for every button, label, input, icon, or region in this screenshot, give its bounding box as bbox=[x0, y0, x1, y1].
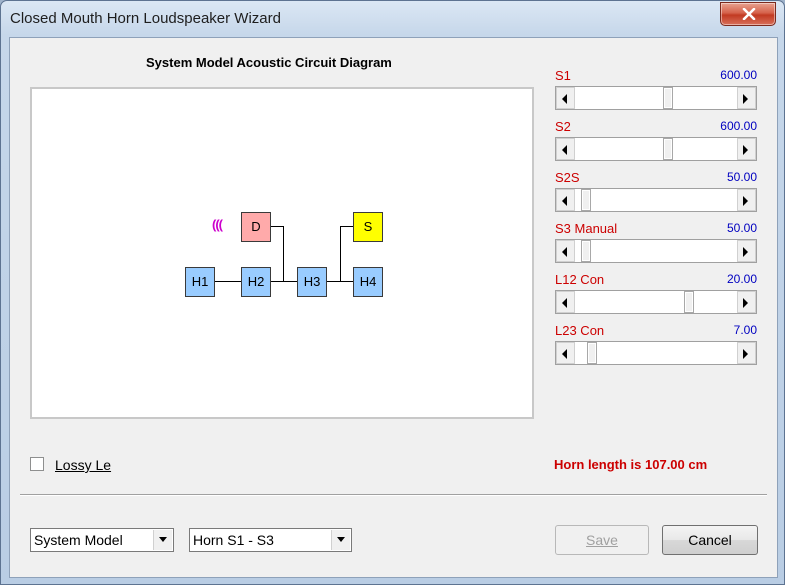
save-button[interactable]: Save bbox=[555, 525, 649, 555]
param-slider[interactable] bbox=[555, 290, 757, 314]
arrow-left-icon bbox=[562, 145, 567, 155]
param-value: 7.00 bbox=[733, 323, 757, 337]
separator bbox=[20, 494, 767, 496]
slider-thumb[interactable] bbox=[663, 87, 673, 109]
scroll-right-button[interactable] bbox=[737, 87, 756, 109]
scroll-right-button[interactable] bbox=[737, 342, 756, 364]
wire-s-down bbox=[340, 226, 341, 282]
node-h4[interactable]: H4 bbox=[353, 267, 383, 297]
circuit-diagram-canvas: ((( D S H1 H2 H3 H4 bbox=[30, 87, 534, 419]
param-label: L12 Con bbox=[555, 272, 605, 287]
lossy-le-checkbox[interactable] bbox=[30, 457, 44, 471]
arrow-left-icon bbox=[562, 247, 567, 257]
scroll-left-button[interactable] bbox=[556, 87, 575, 109]
wire-bottom bbox=[200, 281, 355, 282]
horn-select-dropdown[interactable] bbox=[331, 530, 350, 550]
window-title: Closed Mouth Horn Loudspeaker Wizard bbox=[10, 10, 281, 27]
slider-thumb[interactable] bbox=[587, 342, 597, 364]
close-button[interactable] bbox=[720, 2, 776, 26]
param-slider[interactable] bbox=[555, 188, 757, 212]
slider-thumb[interactable] bbox=[663, 138, 673, 160]
slider-thumb[interactable] bbox=[581, 240, 591, 262]
arrow-right-icon bbox=[743, 349, 748, 359]
title-bar[interactable]: Closed Mouth Horn Loudspeaker Wizard bbox=[1, 1, 784, 37]
arrow-right-icon bbox=[743, 247, 748, 257]
node-h2[interactable]: H2 bbox=[241, 267, 271, 297]
node-h1[interactable]: H1 bbox=[185, 267, 215, 297]
chevron-down-icon bbox=[159, 537, 167, 542]
wire-d-right bbox=[270, 226, 283, 227]
param-slider[interactable] bbox=[555, 86, 757, 110]
wizard-window: Closed Mouth Horn Loudspeaker Wizard Sys… bbox=[0, 0, 785, 585]
param-value: 50.00 bbox=[726, 170, 757, 184]
diagram-title: System Model Acoustic Circuit Diagram bbox=[146, 55, 392, 70]
arrow-left-icon bbox=[562, 94, 567, 104]
scroll-left-button[interactable] bbox=[556, 240, 575, 262]
arrow-right-icon bbox=[743, 298, 748, 308]
horn-select-value: Horn S1 - S3 bbox=[193, 532, 274, 548]
dialog-client-area: System Model Acoustic Circuit Diagram ((… bbox=[9, 37, 778, 578]
param-label: S3 Manual bbox=[555, 221, 618, 236]
save-button-label: Save bbox=[586, 532, 618, 548]
scroll-right-button[interactable] bbox=[737, 189, 756, 211]
wire-s-left bbox=[340, 226, 353, 227]
node-h3[interactable]: H3 bbox=[297, 267, 327, 297]
slider-thumb[interactable] bbox=[684, 291, 694, 313]
model-select-value: System Model bbox=[34, 532, 123, 548]
arrow-left-icon bbox=[562, 349, 567, 359]
arrow-right-icon bbox=[743, 196, 748, 206]
scroll-left-button[interactable] bbox=[556, 189, 575, 211]
cancel-button[interactable]: Cancel bbox=[662, 525, 758, 555]
close-icon bbox=[742, 8, 756, 20]
param-slider[interactable] bbox=[555, 239, 757, 263]
scroll-left-button[interactable] bbox=[556, 342, 575, 364]
param-value: 20.00 bbox=[726, 272, 757, 286]
model-select-dropdown[interactable] bbox=[153, 530, 172, 550]
param-value: 50.00 bbox=[726, 221, 757, 235]
node-d[interactable]: D bbox=[241, 212, 271, 242]
arrow-right-icon bbox=[743, 145, 748, 155]
param-label: S1 bbox=[555, 68, 571, 83]
node-s[interactable]: S bbox=[353, 212, 383, 242]
sound-wave-icon: ((( bbox=[212, 217, 223, 232]
scroll-right-button[interactable] bbox=[737, 138, 756, 160]
param-value: 600.00 bbox=[720, 68, 757, 82]
model-select[interactable]: System Model bbox=[30, 528, 174, 552]
param-slider[interactable] bbox=[555, 137, 757, 161]
horn-length-status: Horn length is 107.00 cm bbox=[554, 457, 708, 472]
param-label: S2S bbox=[555, 170, 580, 185]
scroll-left-button[interactable] bbox=[556, 291, 575, 313]
param-label: L23 Con bbox=[555, 323, 605, 338]
scroll-right-button[interactable] bbox=[737, 291, 756, 313]
arrow-right-icon bbox=[743, 94, 748, 104]
wire-d-down bbox=[283, 226, 284, 282]
param-value: 600.00 bbox=[720, 119, 757, 133]
scroll-right-button[interactable] bbox=[737, 240, 756, 262]
chevron-down-icon bbox=[337, 537, 345, 542]
slider-thumb[interactable] bbox=[581, 189, 591, 211]
horn-select[interactable]: Horn S1 - S3 bbox=[189, 528, 352, 552]
lossy-le-label[interactable]: Lossy Le bbox=[55, 457, 111, 473]
arrow-left-icon bbox=[562, 196, 567, 206]
param-label: S2 bbox=[555, 119, 571, 134]
param-slider[interactable] bbox=[555, 341, 757, 365]
scroll-left-button[interactable] bbox=[556, 138, 575, 160]
cancel-button-label: Cancel bbox=[688, 532, 732, 548]
arrow-left-icon bbox=[562, 298, 567, 308]
